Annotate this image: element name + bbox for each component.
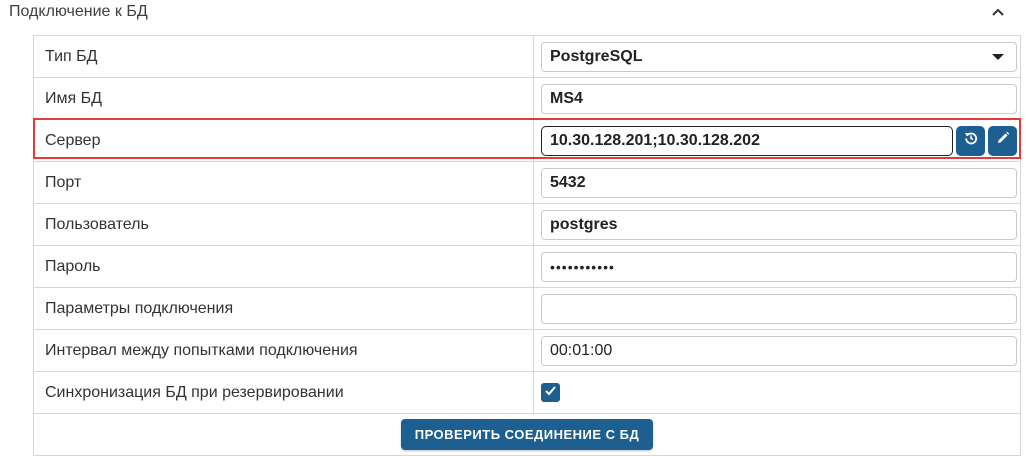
row-db-name: Имя БД MS4 (33, 77, 1021, 120)
connection-form: Тип БД PostgreSQL Имя БД MS4 Сервер 10.3… (33, 35, 1021, 456)
row-actions: ПРОВЕРИТЬ СОЕДИНЕНИЕ С БД (33, 413, 1021, 456)
panel-title: Подключение к БД (9, 3, 148, 20)
edit-server-button[interactable] (988, 125, 1017, 156)
sync-checkbox[interactable] (541, 383, 560, 402)
interval-label: Интервал между попытками подключения (33, 329, 534, 372)
row-db-type: Тип БД PostgreSQL (33, 35, 1021, 78)
chevron-up-icon[interactable] (989, 3, 1007, 21)
db-type-value: PostgreSQL (550, 47, 643, 65)
row-port: Порт 5432 (33, 161, 1021, 204)
row-params: Параметры подключения (33, 287, 1021, 330)
server-input[interactable]: 10.30.128.201;10.30.128.202 (541, 125, 953, 156)
server-label: Сервер (33, 119, 534, 162)
caret-down-icon (992, 53, 1004, 60)
row-interval: Интервал между попытками подключения 00:… (33, 329, 1021, 372)
port-label: Порт (33, 161, 534, 204)
params-label: Параметры подключения (33, 287, 534, 330)
password-input[interactable]: ••••••••••• (541, 251, 1017, 282)
password-label: Пароль (33, 245, 534, 288)
db-name-input[interactable]: MS4 (541, 83, 1017, 114)
row-password: Пароль ••••••••••• (33, 245, 1021, 288)
row-sync: Синхронизация БД при резервировании (33, 371, 1021, 414)
reset-server-button[interactable] (956, 125, 985, 156)
db-type-label: Тип БД (33, 35, 534, 78)
params-input[interactable] (541, 293, 1017, 324)
db-type-select[interactable]: PostgreSQL (541, 41, 1017, 72)
reset-icon (964, 131, 978, 150)
port-input[interactable]: 5432 (541, 167, 1017, 198)
test-connection-button[interactable]: ПРОВЕРИТЬ СОЕДИНЕНИЕ С БД (400, 419, 654, 450)
interval-input[interactable]: 00:01:00 (541, 335, 1017, 366)
sync-label: Синхронизация БД при резервировании (33, 371, 534, 414)
user-label: Пользователь (33, 203, 534, 246)
panel-header[interactable]: Подключение к БД (0, 0, 1026, 26)
user-input[interactable]: postgres (541, 209, 1017, 240)
pencil-icon (996, 131, 1010, 150)
row-user: Пользователь postgres (33, 203, 1021, 246)
db-name-label: Имя БД (33, 77, 534, 120)
row-server: Сервер 10.30.128.201;10.30.128.202 (33, 119, 1021, 162)
checkmark-icon (544, 384, 557, 402)
